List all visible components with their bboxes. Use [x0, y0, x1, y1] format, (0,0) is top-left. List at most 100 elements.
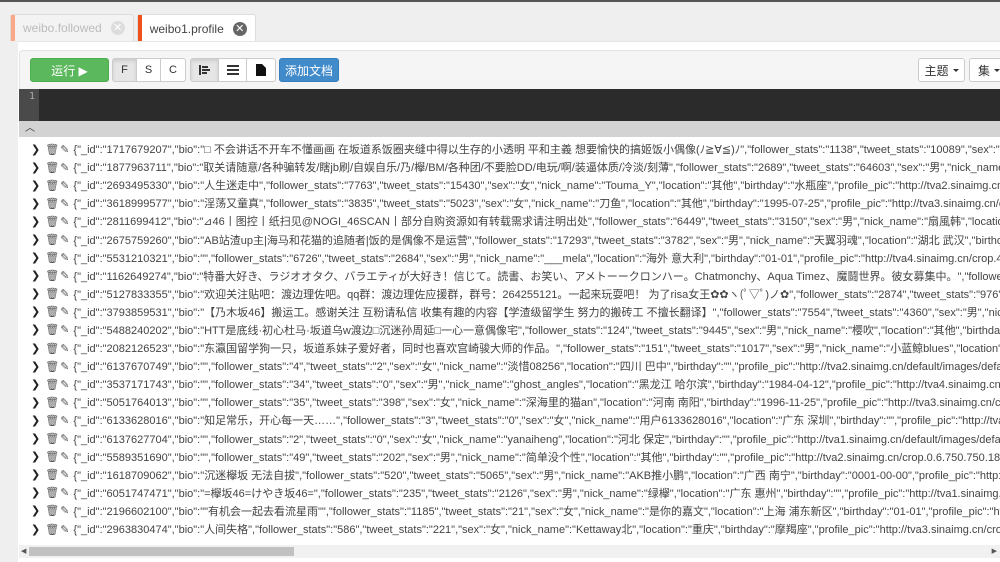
close-icon[interactable]: ✕	[232, 21, 247, 36]
query-editor[interactable]: 1	[19, 89, 1000, 121]
expand-chevron-icon[interactable]: ❯	[31, 468, 40, 481]
document-json[interactable]: {"_id":"6051747471","bio":"=欅坂46=けやき坂46=…	[73, 485, 1000, 501]
edit-icon[interactable]: ✎	[60, 360, 69, 373]
trash-icon[interactable]: 🗑	[45, 396, 59, 409]
edit-icon[interactable]: ✎	[60, 342, 69, 355]
align-left-icon[interactable]	[191, 59, 219, 81]
document-json[interactable]: {"_id":"6137627704","bio":"","follower_s…	[73, 431, 1000, 447]
edit-icon[interactable]: ✎	[60, 323, 69, 336]
collection-dropdown[interactable]: 集	[969, 58, 1000, 82]
expand-chevron-icon[interactable]: ❯	[31, 215, 40, 228]
trash-icon[interactable]: 🗑	[45, 215, 59, 228]
trash-icon[interactable]: 🗑	[45, 179, 59, 192]
trash-icon[interactable]: 🗑	[45, 143, 59, 156]
expand-chevron-icon[interactable]: ❯	[31, 378, 40, 391]
edit-icon[interactable]: ✎	[60, 396, 69, 409]
chevron-up-icon[interactable]: ︿	[25, 123, 35, 134]
edit-icon[interactable]: ✎	[60, 378, 69, 391]
edit-icon[interactable]: ✎	[60, 287, 69, 300]
run-button[interactable]: 运行 ▶	[30, 58, 109, 82]
trash-icon[interactable]: 🗑	[45, 251, 59, 264]
expand-chevron-icon[interactable]: ❯	[31, 161, 40, 174]
document-json[interactable]: {"_id":"1877963711","bio":"取关请随意/各种骗转发/瞎…	[73, 159, 1000, 175]
document-json[interactable]: {"_id":"1162649274","bio":"特番大好き、ラジオオタク、…	[73, 268, 1000, 284]
edit-icon[interactable]: ✎	[60, 233, 69, 246]
trash-icon[interactable]: 🗑	[45, 342, 59, 355]
scroll-left-icon[interactable]: ◀	[21, 547, 26, 555]
document-json[interactable]: {"_id":"5589351690","bio":"","follower_s…	[73, 449, 1000, 465]
trash-icon[interactable]: 🗑	[45, 450, 59, 463]
mode-s-button[interactable]: S	[137, 59, 161, 81]
scroll-right-icon[interactable]: ▶	[992, 547, 997, 555]
collapse-editor-bar[interactable]: ︿	[19, 121, 1000, 137]
expand-chevron-icon[interactable]: ❯	[31, 197, 40, 210]
expand-chevron-icon[interactable]: ❯	[31, 414, 40, 427]
edit-icon[interactable]: ✎	[60, 179, 69, 192]
expand-chevron-icon[interactable]: ❯	[31, 287, 40, 300]
edit-icon[interactable]: ✎	[60, 432, 69, 445]
document-json[interactable]: {"_id":"5051764013","bio":"","follower_s…	[73, 394, 1000, 410]
mode-c-button[interactable]: C	[161, 59, 185, 81]
expand-chevron-icon[interactable]: ❯	[31, 396, 40, 409]
file-icon[interactable]	[247, 59, 275, 81]
trash-icon[interactable]: 🗑	[45, 523, 59, 536]
edit-icon[interactable]: ✎	[60, 523, 69, 536]
theme-dropdown[interactable]: 主题	[918, 58, 965, 82]
document-json[interactable]: {"_id":"5488240202","bio":"HTT是底线·初心杜马·坂…	[73, 322, 1000, 338]
scrollbar-thumb[interactable]	[29, 547, 294, 556]
trash-icon[interactable]: 🗑	[45, 360, 59, 373]
add-document-button[interactable]: 添加文档	[279, 58, 339, 82]
trash-icon[interactable]: 🗑	[45, 287, 59, 300]
list-icon[interactable]	[219, 59, 247, 81]
expand-chevron-icon[interactable]: ❯	[31, 179, 40, 192]
edit-icon[interactable]: ✎	[60, 251, 69, 264]
edit-icon[interactable]: ✎	[60, 197, 69, 210]
edit-icon[interactable]: ✎	[60, 215, 69, 228]
expand-chevron-icon[interactable]: ❯	[31, 305, 40, 318]
expand-chevron-icon[interactable]: ❯	[31, 432, 40, 445]
document-json[interactable]: {"_id":"6133628016","bio":"知足常乐，开心每一天……"…	[73, 412, 1000, 428]
trash-icon[interactable]: 🗑	[45, 233, 59, 246]
tab-weibo-followed[interactable]: weibo.followed ✕	[10, 14, 134, 41]
edit-icon[interactable]: ✎	[60, 504, 69, 517]
document-json[interactable]: {"_id":"1618709062","bio":"沉迷欅坂 无法自拔","f…	[73, 467, 1000, 483]
trash-icon[interactable]: 🗑	[45, 161, 59, 174]
horizontal-scrollbar[interactable]: ◀ ▶	[19, 545, 1000, 558]
expand-chevron-icon[interactable]: ❯	[31, 523, 40, 536]
document-json[interactable]: {"_id":"2675759260","bio":"AB站渣up主|海马和花猫…	[73, 232, 1000, 248]
edit-icon[interactable]: ✎	[60, 414, 69, 427]
trash-icon[interactable]: 🗑	[45, 323, 59, 336]
expand-chevron-icon[interactable]: ❯	[31, 143, 40, 156]
trash-icon[interactable]: 🗑	[45, 504, 59, 517]
expand-chevron-icon[interactable]: ❯	[31, 251, 40, 264]
expand-chevron-icon[interactable]: ❯	[31, 233, 40, 246]
close-icon[interactable]: ✕	[110, 21, 125, 35]
document-json[interactable]: {"_id":"3537171743","bio":"","follower_s…	[73, 376, 1000, 392]
mode-f-button[interactable]: F	[113, 59, 137, 81]
document-json[interactable]: {"_id":"2693495330","bio":"人生迷走中","follo…	[73, 177, 1000, 193]
document-json[interactable]: {"_id":"3793859531","bio":"【乃木坂46】搬运工。感谢…	[73, 304, 1000, 320]
edit-icon[interactable]: ✎	[60, 305, 69, 318]
document-json[interactable]: {"_id":"2196602100","bio":""有机会一起去看流星雨""…	[73, 503, 1000, 519]
document-json[interactable]: {"_id":"2082126523","bio":"东瀛国留学狗一只，坂道系妹…	[73, 340, 1000, 356]
edit-icon[interactable]: ✎	[60, 486, 69, 499]
document-json[interactable]: {"_id":"2963830474","bio":"人间失格","follow…	[73, 521, 1000, 537]
expand-chevron-icon[interactable]: ❯	[31, 486, 40, 499]
expand-chevron-icon[interactable]: ❯	[31, 450, 40, 463]
trash-icon[interactable]: 🗑	[45, 269, 59, 282]
expand-chevron-icon[interactable]: ❯	[31, 360, 40, 373]
document-json[interactable]: {"_id":"5531210321","bio":"","follower_s…	[73, 250, 1000, 266]
trash-icon[interactable]: 🗑	[45, 432, 59, 445]
trash-icon[interactable]: 🗑	[45, 468, 59, 481]
expand-chevron-icon[interactable]: ❯	[31, 504, 40, 517]
expand-chevron-icon[interactable]: ❯	[31, 342, 40, 355]
trash-icon[interactable]: 🗑	[45, 197, 59, 210]
expand-chevron-icon[interactable]: ❯	[31, 269, 40, 282]
edit-icon[interactable]: ✎	[60, 269, 69, 282]
document-json[interactable]: {"_id":"1717679207","bio":"□ 不会讲话不开车不懂画画…	[73, 141, 1000, 157]
edit-icon[interactable]: ✎	[60, 468, 69, 481]
document-json[interactable]: {"_id":"2811699412","bio":"⊿46丨图控丨纸扫见@NO…	[73, 213, 1000, 229]
document-json[interactable]: {"_id":"3618999577","bio":"淫荡又童真","follo…	[73, 195, 1000, 211]
trash-icon[interactable]: 🗑	[45, 486, 59, 499]
expand-chevron-icon[interactable]: ❯	[31, 323, 40, 336]
